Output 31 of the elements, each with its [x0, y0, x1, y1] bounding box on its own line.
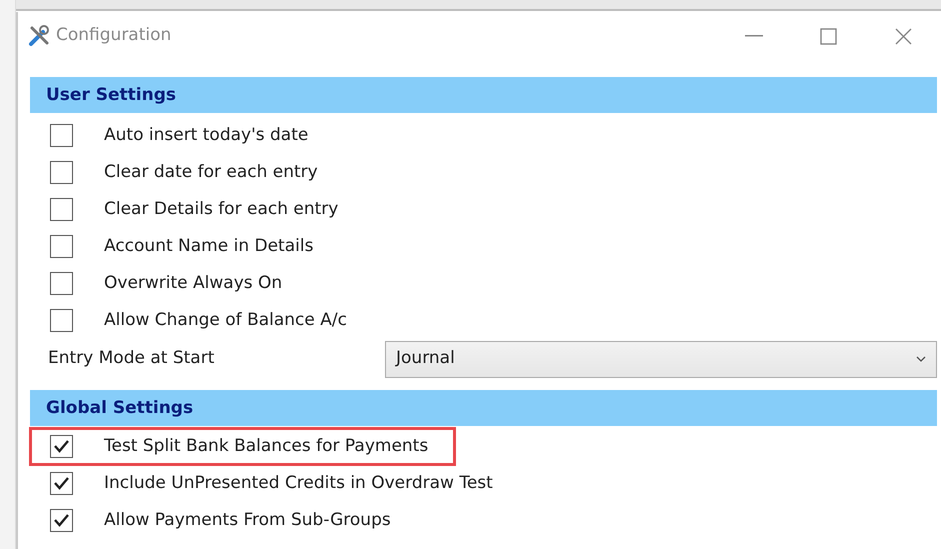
check-icon [54, 477, 69, 490]
maximize-icon [820, 28, 837, 44]
checkbox[interactable] [50, 272, 73, 295]
checkbox[interactable] [50, 472, 73, 495]
checkbox[interactable] [50, 509, 73, 532]
checkbox-label: Allow Payments From Sub-Groups [104, 508, 391, 532]
checkbox[interactable] [50, 198, 73, 221]
checkbox[interactable] [50, 235, 73, 258]
close-icon [895, 28, 912, 44]
window-title: Configuration [56, 24, 172, 48]
checkbox-label: Include UnPresented Credits in Overdraw Test [104, 472, 493, 495]
minimize-icon [744, 35, 762, 37]
tools-icon [28, 25, 50, 47]
mode-dropdown[interactable]: Journal [385, 340, 937, 378]
check-icon [54, 514, 69, 527]
checkbox-label: Test Split Bank Balances for Payments [104, 434, 428, 458]
section-header: User Settings [30, 77, 937, 113]
checkbox-label: Account Name in Details [104, 234, 314, 258]
check-icon [54, 440, 69, 453]
checkbox[interactable] [50, 161, 73, 184]
checkbox-label: Allow Change of Balance A/c [104, 308, 347, 332]
checkbox[interactable] [50, 309, 73, 332]
checkbox[interactable] [50, 435, 73, 458]
caret-icon [916, 356, 926, 362]
checkbox-label: Auto insert today's date [104, 124, 308, 147]
checkbox-label: Clear Details for each entry [104, 198, 338, 221]
section-header: Global Settings [30, 390, 937, 426]
checkbox-label: Overwrite Always On [104, 272, 282, 295]
checkbox[interactable] [50, 124, 73, 147]
checkbox-label: Clear date for each entry [104, 160, 318, 184]
field-label: Entry Mode at Start [48, 347, 214, 370]
